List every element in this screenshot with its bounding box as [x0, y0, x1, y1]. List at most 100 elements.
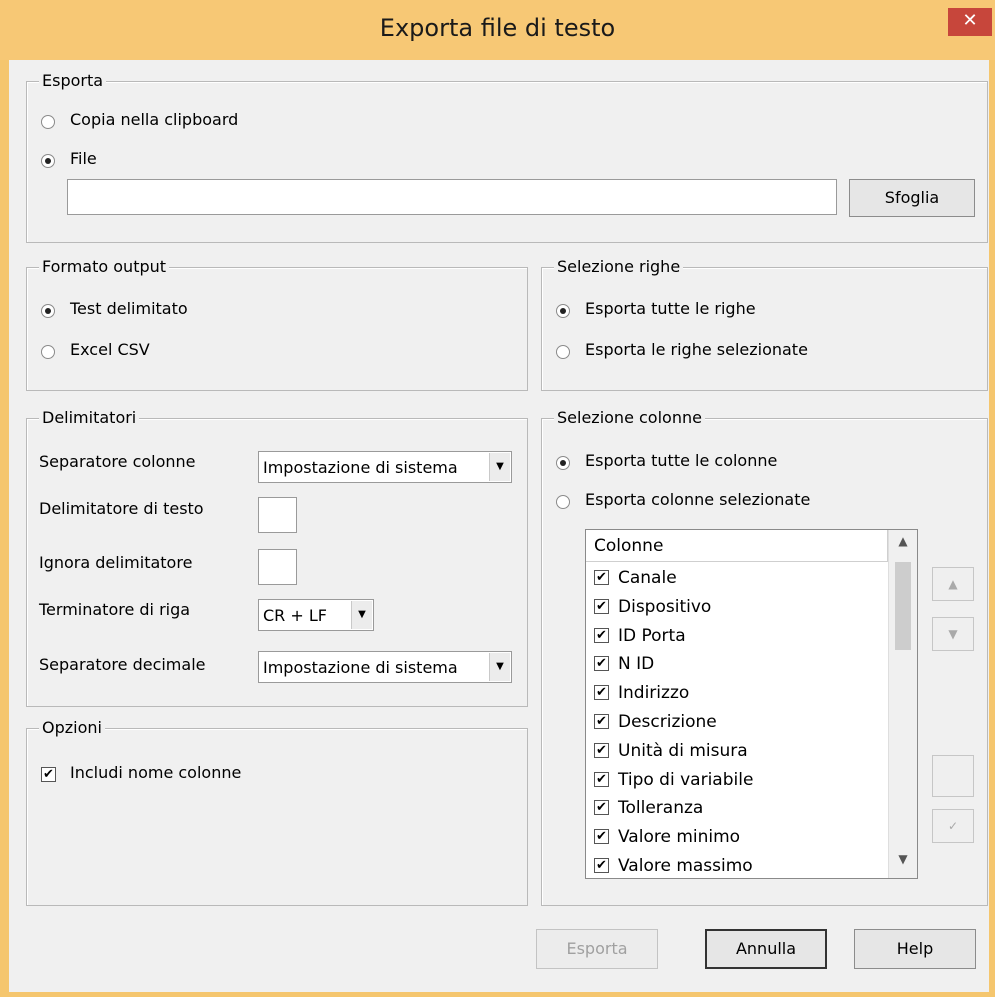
- list-item[interactable]: ✔ Tolleranza: [594, 794, 884, 822]
- chevron-down-icon[interactable]: ▼: [489, 653, 510, 681]
- list-item[interactable]: ✔ Canale: [594, 564, 884, 592]
- list-item[interactable]: ✔ N ID: [594, 650, 884, 678]
- group-esporta: Esporta Copia nella clipboard File Sfogl…: [26, 71, 988, 243]
- radio-delimited-label[interactable]: Test delimitato: [70, 299, 188, 318]
- column-label: Valore massimo: [618, 856, 753, 876]
- column-checkbox[interactable]: ✔: [594, 685, 609, 701]
- checkmark-icon: ✓: [947, 819, 959, 833]
- column-label: Valore minimo: [618, 827, 741, 848]
- column-checkbox[interactable]: ✔: [594, 858, 609, 873]
- column-checkbox[interactable]: ✔: [594, 829, 609, 845]
- list-item[interactable]: ✔ ID Porta: [594, 622, 884, 650]
- columns-list-header[interactable]: Colonne: [586, 530, 888, 562]
- radio-csv-label[interactable]: Excel CSV: [70, 340, 150, 359]
- export-button[interactable]: Esporta: [536, 929, 658, 969]
- radio-selected-rows[interactable]: [556, 345, 570, 359]
- column-checkbox[interactable]: ✔: [594, 570, 609, 585]
- radio-selected-columns[interactable]: [556, 495, 570, 509]
- move-up-button[interactable]: ▲: [932, 567, 974, 601]
- list-item[interactable]: ✔ Indirizzo: [594, 679, 884, 707]
- dialog-body: Esporta Copia nella clipboard File Sfogl…: [9, 60, 989, 992]
- group-righe: Selezione righe Esporta tutte le righe E…: [541, 257, 988, 391]
- list-item[interactable]: ✔ Dispositivo: [594, 593, 884, 621]
- cancel-button[interactable]: Annulla: [705, 929, 827, 969]
- browse-button[interactable]: Sfoglia: [849, 179, 975, 217]
- group-delimitatori-label: Delimitatori: [39, 408, 140, 427]
- radio-clipboard-label[interactable]: Copia nella clipboard: [70, 110, 238, 129]
- include-names-checkbox[interactable]: ✔: [41, 767, 56, 782]
- column-label: Tolleranza: [618, 798, 704, 819]
- row-term-combo[interactable]: CR + LF ▼: [258, 599, 374, 631]
- list-item[interactable]: ✔ Descrizione: [594, 708, 884, 736]
- col-sep-value: Impostazione di sistema: [263, 458, 458, 477]
- col-sep-combo[interactable]: Impostazione di sistema ▼: [258, 451, 512, 483]
- dec-sep-value: Impostazione di sistema: [263, 658, 458, 677]
- columns-listbox[interactable]: Colonne ✔ Canale ✔ Dispositivo ✔ ID Porta ✔ N I…: [585, 529, 918, 879]
- scroll-thumb[interactable]: [895, 562, 911, 650]
- chevron-down-icon[interactable]: ▼: [489, 453, 510, 481]
- dec-sep-combo[interactable]: Impostazione di sistema ▼: [258, 651, 512, 683]
- group-delimitatori: Delimitatori Separatore colonne Impostaz…: [26, 408, 528, 707]
- file-path-input[interactable]: [67, 179, 837, 215]
- export-dialog: Exporta file di testo ✕ Esporta Copia ne…: [0, 0, 995, 997]
- arrow-down-icon: ▼: [948, 627, 958, 641]
- row-term-label: Terminatore di riga: [39, 600, 191, 619]
- list-item[interactable]: ✔ Valore massimo: [594, 852, 884, 878]
- column-label: Descrizione: [618, 712, 717, 732]
- radio-all-rows-label[interactable]: Esporta tutte le righe: [585, 299, 756, 318]
- col-sep-label: Separatore colonne: [39, 452, 196, 471]
- radio-clipboard[interactable]: [41, 115, 55, 129]
- column-label: Unità di misura: [618, 740, 748, 761]
- radio-delimited[interactable]: [41, 304, 55, 318]
- help-button[interactable]: Help: [854, 929, 976, 969]
- radio-all-rows[interactable]: [556, 304, 570, 318]
- blank-side-button[interactable]: [932, 755, 974, 797]
- column-checkbox[interactable]: ✔: [594, 627, 609, 643]
- columns-list-header-label: Colonne: [594, 536, 664, 556]
- group-formato: Formato output Test delimitato Excel CSV: [26, 257, 528, 391]
- group-colonne: Selezione colonne Esporta tutte le colon…: [541, 408, 988, 906]
- radio-selected-rows-label[interactable]: Esporta le righe selezionate: [585, 340, 808, 359]
- column-checkbox[interactable]: ✔: [594, 742, 609, 758]
- column-label: Canale: [618, 568, 677, 588]
- text-delim-label: Delimitatore di testo: [39, 499, 204, 518]
- column-checkbox[interactable]: ✔: [594, 800, 609, 816]
- radio-all-columns-label[interactable]: Esporta tutte le colonne: [585, 451, 777, 470]
- group-opzioni: Opzioni ✔ Includi nome colonne: [26, 718, 528, 906]
- confirm-side-button[interactable]: ✓: [932, 809, 974, 843]
- column-label: Indirizzo: [618, 683, 690, 704]
- arrow-up-icon: ▲: [948, 577, 958, 591]
- include-names-label[interactable]: Includi nome colonne: [70, 763, 241, 782]
- columns-scrollbar[interactable]: ▲ ▼: [888, 530, 917, 878]
- ignore-delim-label: Ignora delimitatore: [39, 553, 193, 572]
- radio-file-label[interactable]: File: [70, 149, 97, 168]
- dec-sep-label: Separatore decimale: [39, 655, 206, 674]
- move-down-button[interactable]: ▼: [932, 617, 974, 651]
- group-opzioni-label: Opzioni: [39, 718, 105, 737]
- row-term-value: CR + LF: [263, 606, 327, 625]
- column-label: Tipo di variabile: [618, 769, 754, 790]
- chevron-down-icon[interactable]: ▼: [351, 601, 372, 629]
- list-item[interactable]: ✔ Unità di misura: [594, 737, 884, 765]
- column-label: N ID: [618, 654, 655, 675]
- scroll-up-icon[interactable]: ▲: [889, 534, 917, 556]
- ignore-delim-input[interactable]: [258, 549, 297, 585]
- list-item[interactable]: ✔ Valore minimo: [594, 823, 884, 851]
- group-colonne-label: Selezione colonne: [554, 408, 705, 427]
- list-item[interactable]: ✔ Tipo di variabile: [594, 766, 884, 794]
- radio-file[interactable]: [41, 154, 55, 168]
- radio-csv[interactable]: [41, 345, 55, 359]
- title-bar[interactable]: Exporta file di testo ✕: [0, 0, 995, 60]
- close-button[interactable]: ✕: [948, 8, 992, 36]
- radio-selected-columns-label[interactable]: Esporta colonne selezionate: [585, 490, 810, 509]
- group-righe-label: Selezione righe: [554, 257, 684, 276]
- column-label: ID Porta: [618, 625, 686, 646]
- text-delim-input[interactable]: [258, 497, 297, 533]
- column-checkbox[interactable]: ✔: [594, 771, 609, 787]
- column-checkbox[interactable]: ✔: [594, 656, 609, 672]
- scroll-down-icon[interactable]: ▼: [889, 852, 917, 874]
- column-checkbox[interactable]: ✔: [594, 598, 609, 614]
- dialog-title: Exporta file di testo: [379, 14, 616, 42]
- column-checkbox[interactable]: ✔: [594, 714, 609, 729]
- radio-all-columns[interactable]: [556, 456, 570, 470]
